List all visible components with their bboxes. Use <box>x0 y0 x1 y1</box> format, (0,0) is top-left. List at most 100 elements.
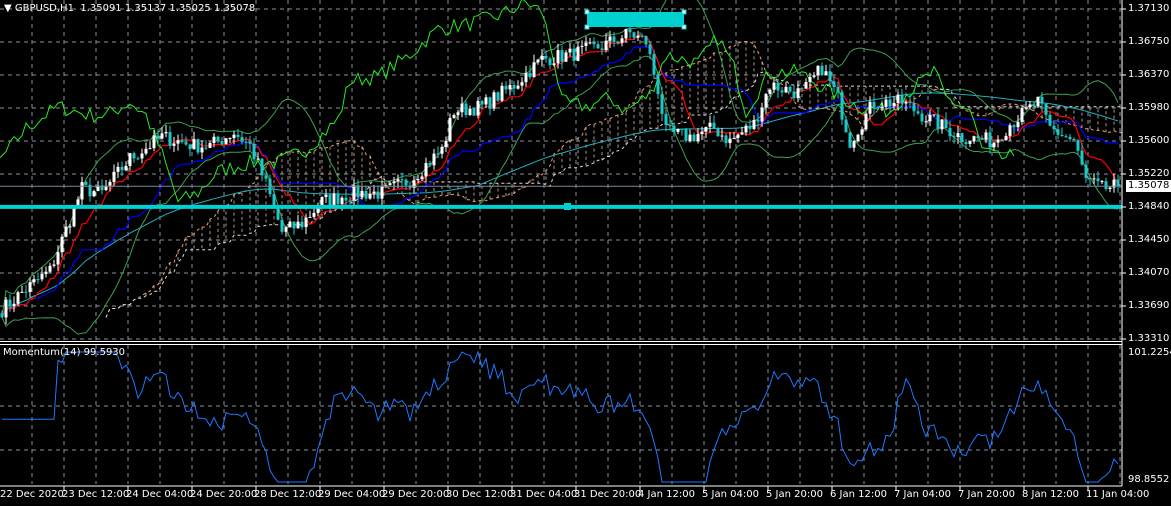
candle-body <box>696 134 700 142</box>
candle-body <box>620 38 624 43</box>
chart-header: ▼ GBPUSD,H1 1.35091 1.35137 1.35025 1.35… <box>4 3 255 14</box>
candle-body <box>912 102 916 112</box>
candle-body <box>376 191 380 199</box>
candle-body <box>772 82 776 90</box>
candle-body <box>824 71 828 76</box>
candle-body <box>532 62 536 78</box>
candle-body <box>208 142 212 148</box>
cloud-span-a <box>105 41 1123 318</box>
candle-body <box>428 163 432 166</box>
time-axis-label: 4 Jan 12:00 <box>638 489 695 500</box>
candle-body <box>388 183 392 186</box>
candle-body <box>1000 139 1004 141</box>
candle-body <box>596 44 600 49</box>
time-axis-label: 30 Dec 12:00 <box>446 489 514 500</box>
candle-body <box>272 194 276 207</box>
candle-body <box>548 58 552 66</box>
candle-body <box>152 135 156 149</box>
candle-body <box>304 217 308 228</box>
price-axis-label: 1.37130 <box>1128 3 1170 14</box>
candle-body <box>748 125 752 129</box>
time-axis-label: 28 Dec 12:00 <box>254 489 322 500</box>
candle-body <box>780 90 784 93</box>
candle-body <box>364 190 368 199</box>
candle-body <box>1084 164 1088 178</box>
candle-body <box>716 128 720 137</box>
candle-body <box>892 102 896 107</box>
time-axis-label: 31 Dec 04:00 <box>510 489 578 500</box>
candle-body <box>148 148 152 150</box>
candle-body <box>232 134 236 139</box>
price-axis-label: 1.35600 <box>1128 135 1170 146</box>
candle-body <box>228 138 232 140</box>
candle-body <box>28 282 32 292</box>
candle-body <box>356 185 360 198</box>
candle-body <box>948 128 952 137</box>
candle-body <box>896 94 900 103</box>
candle-body <box>632 32 636 38</box>
candle-body <box>936 114 940 130</box>
candle-body <box>360 190 364 198</box>
candle-body <box>664 113 668 125</box>
momentum-line <box>2 350 1119 483</box>
candle-body <box>160 133 164 139</box>
candle-body <box>964 141 968 144</box>
candle-body <box>132 153 136 159</box>
candle-body <box>604 40 608 51</box>
candle-body <box>984 132 988 140</box>
candle-body <box>916 111 920 114</box>
candle-body <box>804 82 808 89</box>
price-axis-label: 1.34450 <box>1128 234 1170 245</box>
candle-body <box>880 106 884 108</box>
candle-body <box>324 194 328 198</box>
candle-body <box>1052 125 1056 130</box>
candle-body <box>44 271 48 275</box>
candle-body <box>1092 178 1096 180</box>
time-axis-label: 22 Dec 2020 <box>0 489 64 500</box>
candle-body <box>776 82 780 91</box>
candle-body <box>1108 187 1112 190</box>
rectangle-object <box>587 12 684 27</box>
candle-body <box>584 42 588 46</box>
candle-body <box>860 129 864 135</box>
candle-body <box>656 74 660 95</box>
candle-body <box>344 197 348 201</box>
candle-body <box>740 132 744 135</box>
candle-body <box>56 252 60 265</box>
candle-body <box>368 193 372 199</box>
chart-canvas[interactable] <box>0 0 1171 506</box>
candle-body <box>648 44 652 55</box>
candle-body <box>608 36 612 41</box>
candle-body <box>328 194 332 206</box>
time-axis-label: 6 Jan 12:00 <box>830 489 887 500</box>
candle-body <box>136 158 140 160</box>
bollinger-upper <box>1 0 1119 318</box>
candle-body <box>480 100 484 105</box>
candle-body <box>528 72 532 78</box>
triangle-down-icon[interactable]: ▼ <box>4 3 15 14</box>
candle-body <box>720 135 724 137</box>
price-axis-label: 1.33690 <box>1128 300 1170 311</box>
price-axis-label: 1.36750 <box>1128 36 1170 47</box>
candle-body <box>540 55 544 60</box>
candle-body <box>240 136 244 142</box>
candle-body <box>1060 134 1064 137</box>
candle-body <box>292 221 296 229</box>
candle-body <box>1048 114 1052 126</box>
candle-body <box>520 82 524 86</box>
candle-body <box>8 299 12 306</box>
momentum-max-label: 101.2254 <box>1128 347 1171 358</box>
candle-body <box>40 274 44 280</box>
candle-body <box>1024 107 1028 109</box>
candle-body <box>840 91 844 120</box>
time-axis-label: 5 Jan 04:00 <box>702 489 759 500</box>
candle-body <box>868 101 872 114</box>
candle-body <box>552 63 556 66</box>
candle-body <box>724 135 728 144</box>
candle-body <box>192 139 196 150</box>
candle-body <box>600 48 604 51</box>
candle-body <box>876 107 880 109</box>
candle-body <box>404 179 408 186</box>
time-axis-label: 8 Jan 12:00 <box>1022 489 1079 500</box>
candle-body <box>436 153 440 155</box>
